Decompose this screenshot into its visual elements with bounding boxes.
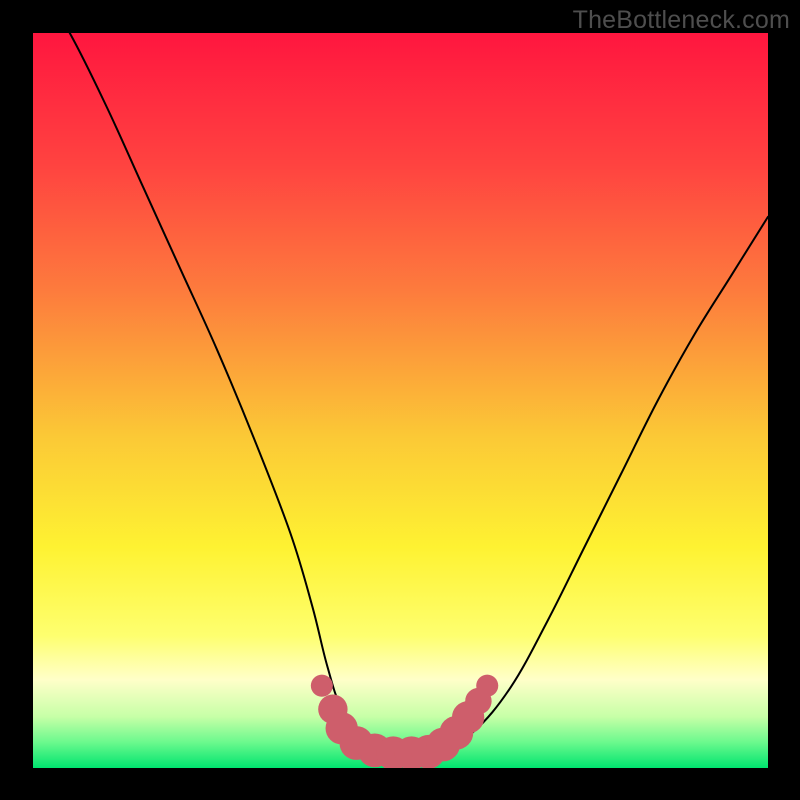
valley-marker [476,675,498,697]
bottleneck-curve [33,33,768,755]
curve-layer [33,33,768,768]
watermark-text: TheBottleneck.com [573,6,790,35]
valley-markers [311,675,498,768]
plot-area [33,33,768,768]
chart-stage: TheBottleneck.com [0,0,800,800]
valley-marker [311,675,333,697]
